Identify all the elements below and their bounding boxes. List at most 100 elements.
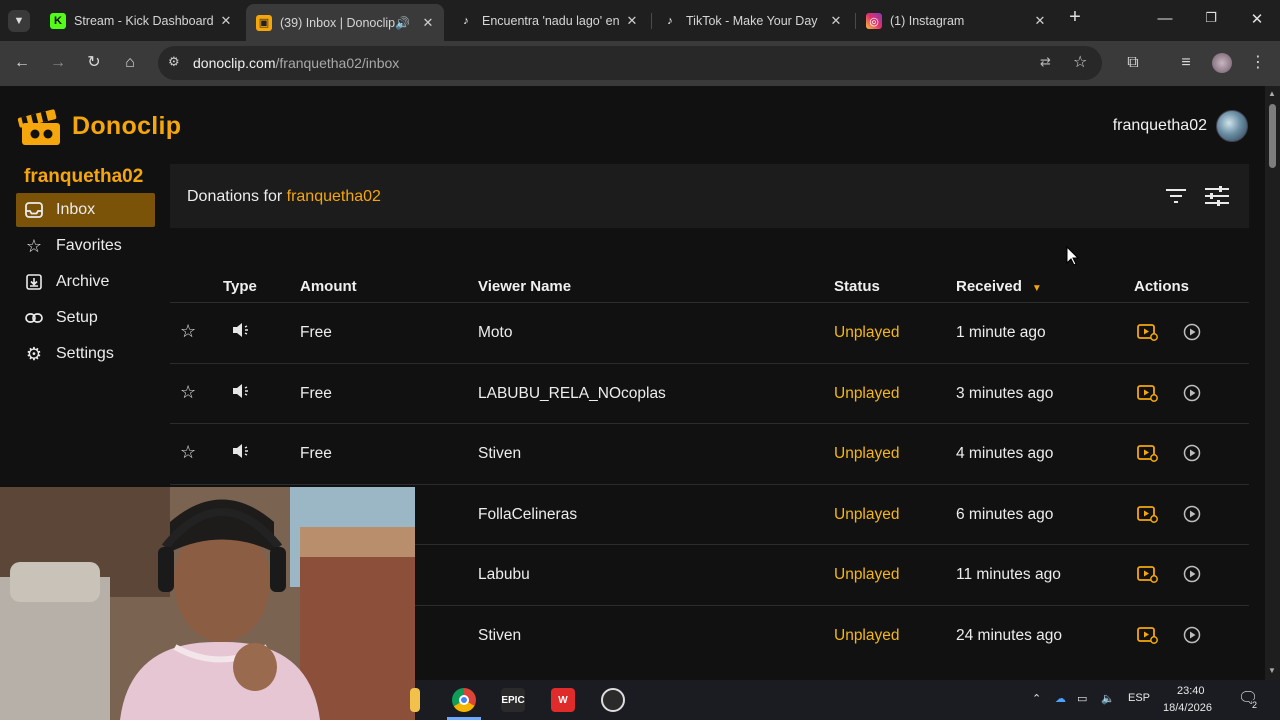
status-badge: Unplayed xyxy=(834,505,900,523)
back-icon[interactable]: ← xyxy=(12,53,32,73)
close-icon[interactable]: ✕ xyxy=(828,13,844,29)
column-header-status[interactable]: Status xyxy=(834,278,880,295)
sidebar-item-archive[interactable]: Archive xyxy=(16,265,155,299)
viewer-name-cell: Stiven xyxy=(478,626,522,644)
speaker-icon[interactable]: 🔊 xyxy=(395,16,410,30)
forward-icon[interactable]: → xyxy=(48,53,68,73)
tab-tiktok-search[interactable]: ♪ Encuentra 'nadu lago' en ✕ xyxy=(448,6,648,36)
filter-icon[interactable] xyxy=(1165,187,1187,210)
clock-date[interactable]: 18/4/2026 xyxy=(1163,702,1212,714)
media-control-icon[interactable]: ≡ xyxy=(1176,53,1196,73)
minimize-button[interactable]: — xyxy=(1155,10,1175,27)
received-cell: 11 minutes ago xyxy=(956,566,1061,583)
received-cell: 3 minutes ago xyxy=(956,384,1054,402)
preview-play-icon[interactable] xyxy=(1183,626,1201,649)
favorite-star-icon[interactable]: ☆ xyxy=(180,442,196,463)
column-header-amount[interactable]: Amount xyxy=(300,278,357,295)
status-badge: Unplayed xyxy=(834,445,900,462)
webcam-overlay xyxy=(0,487,415,720)
instagram-icon: ◎ xyxy=(866,13,882,29)
site-info-icon[interactable]: ⚙ xyxy=(168,54,180,70)
close-icon[interactable]: ✕ xyxy=(218,13,234,29)
reload-icon[interactable]: ↻ xyxy=(84,53,104,73)
file-explorer-icon[interactable] xyxy=(410,688,420,712)
chrome-icon[interactable] xyxy=(452,688,476,712)
address-bar[interactable]: ⚙ donoclip.com/franquetha02/inbox ⇄ ☆ xyxy=(158,46,1102,80)
tab-search-button[interactable]: ▼ xyxy=(8,10,30,32)
tab-instagram[interactable]: ◎ (1) Instagram ✕ xyxy=(856,6,1056,36)
tab-donoclip[interactable]: ▣ (39) Inbox | Donoclip 🔊 ✕ xyxy=(246,4,444,41)
clock-time[interactable]: 23:40 xyxy=(1177,685,1205,697)
table-row[interactable]: ☆ Free LABUBU_RELA_NOcoplas Unplayed 3 minut… xyxy=(170,362,1249,423)
sidebar-item-settings[interactable]: ⚙ Settings xyxy=(16,337,155,371)
bookmark-star-icon[interactable]: ☆ xyxy=(1073,52,1087,72)
home-icon[interactable]: ⌂ xyxy=(120,53,140,73)
play-on-stream-icon[interactable] xyxy=(1137,444,1159,467)
column-header-received[interactable]: Received ▼ xyxy=(956,278,1042,295)
favorite-star-icon[interactable]: ☆ xyxy=(180,321,196,342)
profile-avatar[interactable] xyxy=(1212,53,1232,73)
sliders-icon[interactable] xyxy=(1204,185,1230,212)
restore-button[interactable]: ❐ xyxy=(1201,10,1221,26)
amount-cell: Free xyxy=(300,384,332,402)
tray-chevron-icon[interactable]: ⌃ xyxy=(1032,692,1041,705)
column-header-type[interactable]: Type xyxy=(223,278,257,295)
clapperboard-icon xyxy=(16,105,64,147)
brand-logo[interactable]: Donoclip xyxy=(16,105,181,147)
close-icon[interactable]: ✕ xyxy=(624,13,640,29)
viewer-name-cell: Stiven xyxy=(478,445,522,462)
archive-icon xyxy=(25,273,43,291)
tab-tiktok[interactable]: ♪ TikTok - Make Your Day ✕ xyxy=(652,6,852,36)
status-badge: Unplayed xyxy=(834,626,900,644)
play-on-stream-icon[interactable] xyxy=(1137,565,1159,588)
viewer-name-cell: Labubu xyxy=(478,566,530,583)
table-row[interactable]: ☆ Free Moto Unplayed 1 minute ago xyxy=(170,302,1249,362)
status-badge: Unplayed xyxy=(834,324,900,341)
network-icon[interactable]: ▭ xyxy=(1077,692,1087,705)
new-tab-button[interactable]: + xyxy=(1065,6,1085,29)
preview-play-icon[interactable] xyxy=(1183,323,1201,346)
wps-icon[interactable]: W xyxy=(551,688,575,712)
page-scrollbar[interactable]: ▲ ▼ xyxy=(1265,86,1280,720)
donoclip-icon: ▣ xyxy=(256,14,272,31)
viewer-name-cell: Moto xyxy=(478,324,513,341)
language-indicator[interactable]: ESP xyxy=(1128,692,1150,704)
sidebar-item-label: Setup xyxy=(56,309,98,326)
amount-cell: Free xyxy=(300,324,332,341)
volume-icon[interactable]: 🔈 xyxy=(1101,692,1115,705)
header-username[interactable]: franquetha02 xyxy=(1113,117,1207,135)
inbox-panel-header: Donations for franquetha02 xyxy=(170,164,1249,228)
tab-kick[interactable]: K Stream - Kick Dashboard ✕ xyxy=(40,6,242,36)
panel-title-prefix: Donations for xyxy=(187,188,283,205)
preview-play-icon[interactable] xyxy=(1183,565,1201,588)
obs-icon[interactable] xyxy=(601,688,625,712)
sidebar-item-favorites[interactable]: ☆ Favorites xyxy=(16,229,155,263)
table-row[interactable]: ☆ Free Stiven Unplayed 4 minutes ago xyxy=(170,423,1249,483)
chrome-menu-icon[interactable]: ⋮ xyxy=(1248,53,1268,73)
favorite-star-icon[interactable]: ☆ xyxy=(180,382,196,403)
url-text: donoclip.com/franquetha02/inbox xyxy=(193,55,399,71)
scroll-down-icon[interactable]: ▼ xyxy=(1268,666,1276,675)
preview-play-icon[interactable] xyxy=(1183,505,1201,528)
play-on-stream-icon[interactable] xyxy=(1137,505,1159,528)
preview-play-icon[interactable] xyxy=(1183,384,1201,407)
preview-play-icon[interactable] xyxy=(1183,444,1201,467)
column-header-viewer[interactable]: Viewer Name xyxy=(478,278,571,295)
scrollbar-thumb[interactable] xyxy=(1269,104,1276,168)
sidebar-item-inbox[interactable]: Inbox xyxy=(16,193,155,227)
extensions-icon[interactable]: ⧉ xyxy=(1123,53,1143,73)
avatar[interactable] xyxy=(1216,110,1248,142)
sidebar-item-setup[interactable]: Setup xyxy=(16,301,155,335)
play-on-stream-icon[interactable] xyxy=(1137,626,1159,649)
received-cell: 24 minutes ago xyxy=(956,626,1062,644)
epic-games-icon[interactable]: EPIC xyxy=(501,688,525,712)
window-close-button[interactable]: ✕ xyxy=(1247,10,1267,28)
close-icon[interactable]: ✕ xyxy=(1032,13,1048,29)
scroll-up-icon[interactable]: ▲ xyxy=(1268,89,1276,98)
play-on-stream-icon[interactable] xyxy=(1137,384,1159,407)
translate-icon[interactable]: ⇄ xyxy=(1040,54,1051,70)
onedrive-icon[interactable]: ☁ xyxy=(1055,692,1066,705)
tiktok-icon: ♪ xyxy=(463,15,469,27)
close-icon[interactable]: ✕ xyxy=(420,15,436,31)
play-on-stream-icon[interactable] xyxy=(1137,323,1159,346)
